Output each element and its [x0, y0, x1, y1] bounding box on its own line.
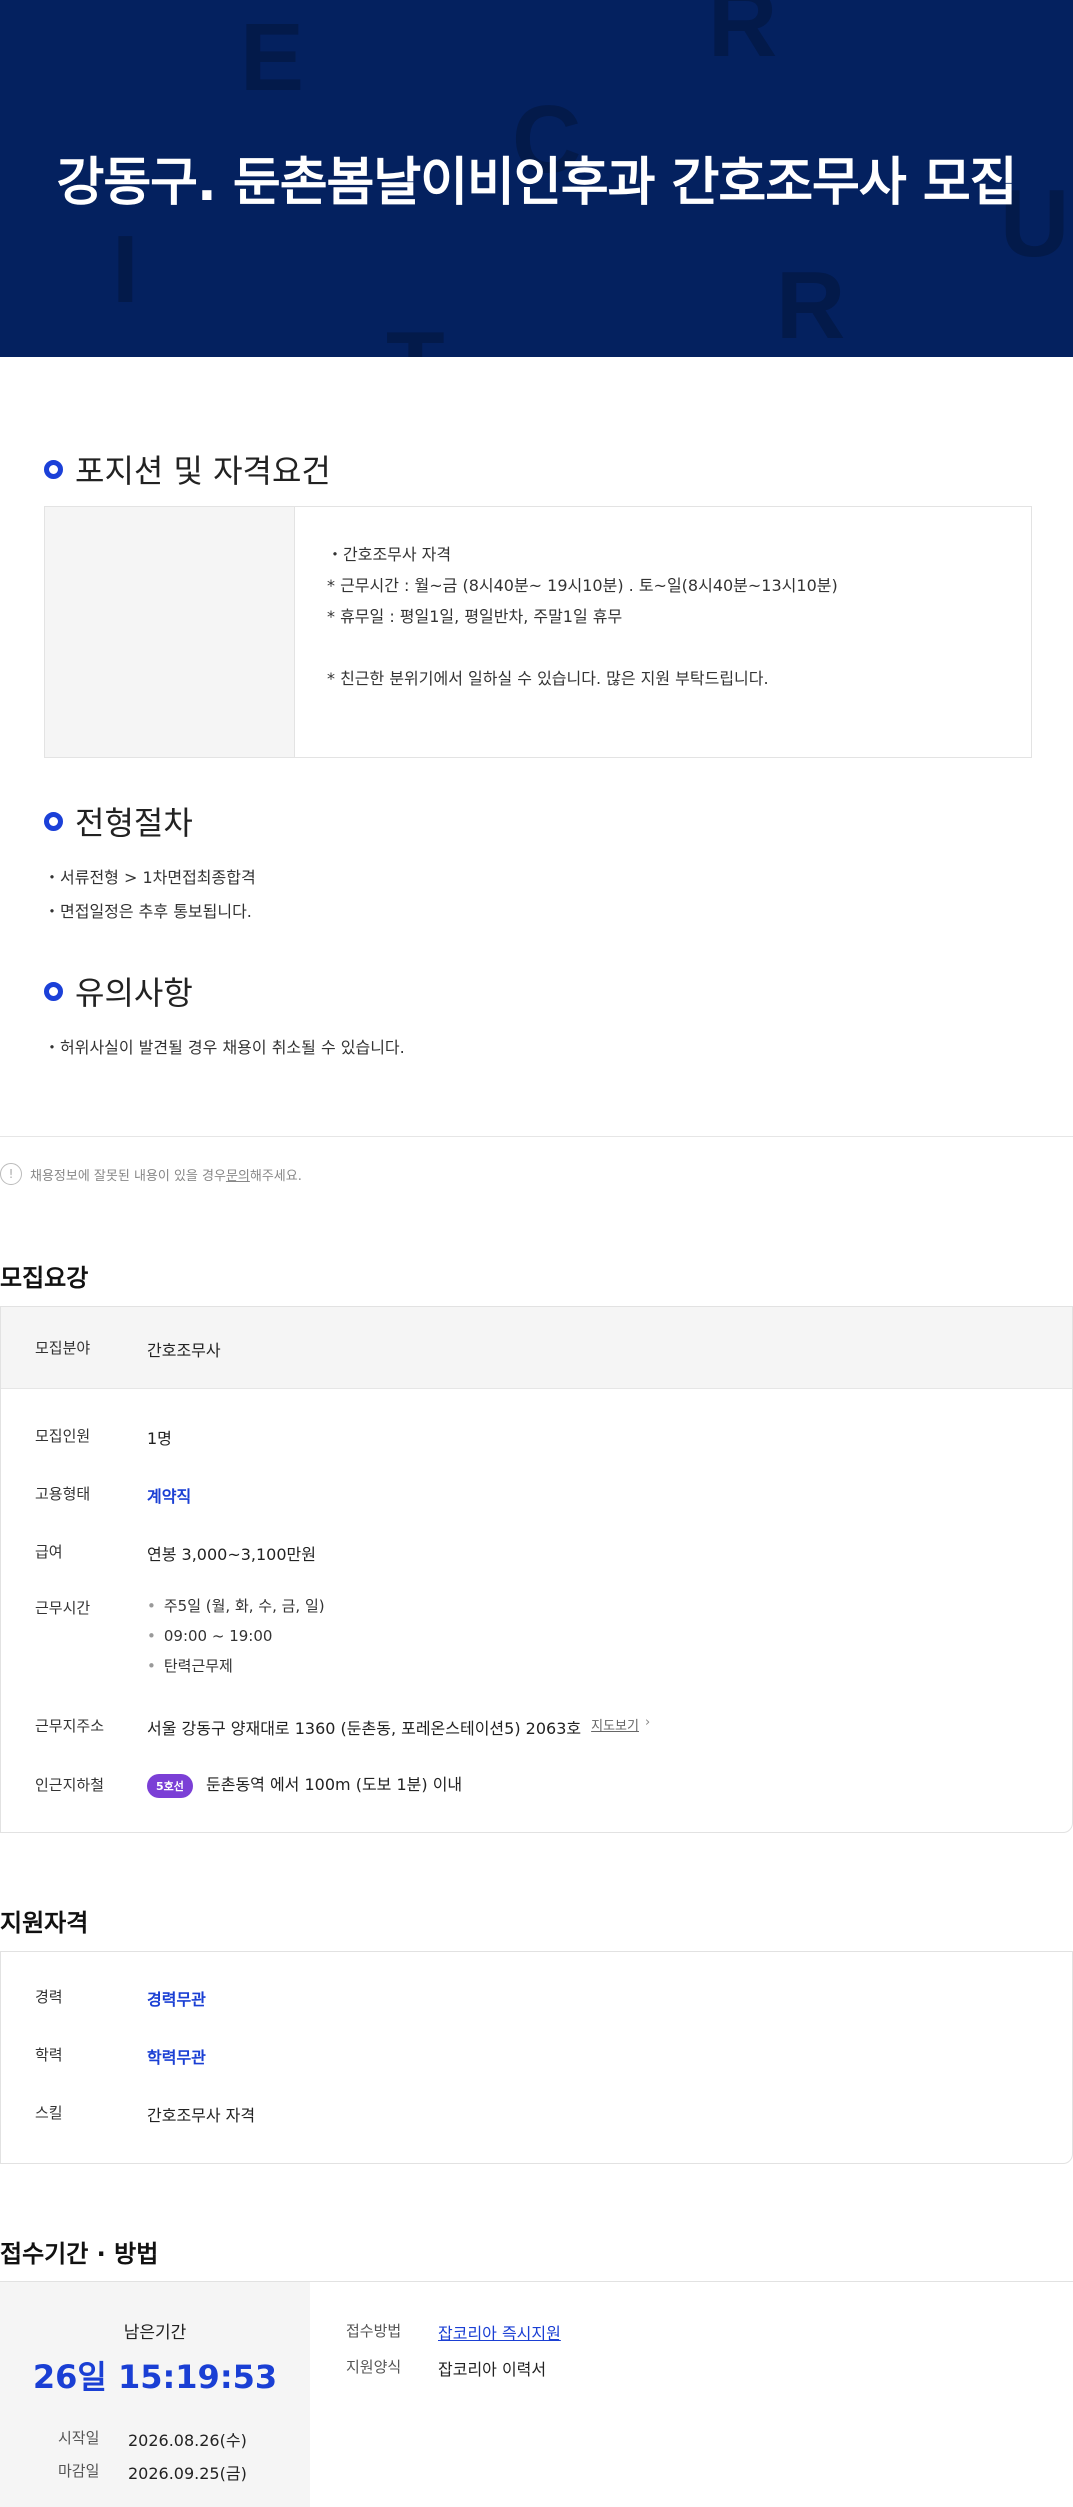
row-value: 1명 — [147, 1429, 172, 1448]
row-value: 2026.09.25(금) — [128, 2464, 247, 2483]
deco-letter: R — [708, 0, 778, 77]
apply-method-row: 접수방법 잡코리아 즉시지원 — [346, 2320, 561, 2344]
qualify-heading: 지원자격 — [0, 1909, 89, 1937]
row-label: 고용형태 — [35, 1485, 91, 1503]
process-line: ・면접일정은 추후 통보됩니다. — [44, 902, 252, 921]
divider — [0, 1136, 1073, 1137]
end-date-row: 마감일 2026.09.25(금) — [58, 2460, 247, 2484]
remaining-label: 남은기간 — [123, 2323, 187, 2343]
row-value: 연봉 3,000~3,100만원 — [147, 1545, 316, 1564]
recruit-row-salary: 급여 연봉 3,000~3,100만원 — [35, 1541, 316, 1565]
hero-banner: E R C I T R U 강동구. 둔촌봄날이비인후과 간호조무사 모집 — [0, 0, 1073, 357]
row-label: 지원양식 — [346, 2358, 402, 2376]
ring-bullet-icon — [44, 459, 63, 479]
position-line: * 친근한 분위기에서 일하실 수 있습니다. 많은 지원 부탁드립니다. — [327, 669, 769, 688]
qualify-row-career: 경력 경력무관 — [35, 1986, 206, 2010]
caution-line: ・허위사실이 발견될 경우 채용이 취소될 수 있습니다. — [44, 1038, 405, 1057]
recruit-heading: 모집요강 — [0, 1264, 89, 1292]
row-value: 간호조무사 자격 — [147, 2106, 256, 2125]
ring-bullet-icon — [44, 981, 63, 1001]
row-label: 학력 — [35, 2046, 63, 2064]
row-value: 서울 강동구 양재대로 1360 (둔촌동, 포레온스테이션5) 2063호 — [147, 1719, 582, 1738]
deco-letter: I — [112, 216, 139, 323]
recruit-row-field: 모집분야 간호조무사 — [35, 1337, 221, 1361]
subway-info: 5호선 둔촌동역 에서 100m (도보 1분) 이내 — [147, 1771, 462, 1798]
inquiry-link[interactable]: 문의 — [226, 1165, 250, 1184]
recruit-row-address: 근무지주소 서울 강동구 양재대로 1360 (둔촌동, 포레온스테이션5) 2… — [35, 1715, 650, 1739]
row-label: 시작일 — [58, 2429, 100, 2447]
section-heading-caution: 유의사항 — [44, 968, 193, 1014]
row-value: 경력무관 — [147, 1990, 206, 2009]
employment-type-link[interactable]: 계약직 — [147, 1483, 191, 1507]
recruit-row-hours: 근무시간 • 주5일 (월, 화, 수, 금, 일) • 09:00 ~ 19:00… — [35, 1597, 325, 1681]
subway-line-badge: 5호선 — [147, 1773, 193, 1798]
page-title: 강동구. 둔촌봄날이비인후과 간호조무사 모집 — [56, 153, 1017, 213]
position-line: * 휴무일 : 평일1일, 평일반차, 주말1일 휴무 — [327, 607, 623, 626]
position-line: * 근무시간 : 월~금 (8시40분~ 19시10분) . 토~일(8시40분… — [327, 576, 838, 595]
row-value: 간호조무사 — [147, 1341, 221, 1360]
error-report-notice: ! 채용정보에 잘못된 내용이 있을 경우 문의 해주세요. — [0, 1163, 302, 1185]
recruit-card: 모집분야 간호조무사 모집인원 1명 고용형태 계약직 급여 연봉 3,000~… — [0, 1306, 1073, 1833]
row-label: 경력 — [35, 1988, 63, 2006]
qualify-row-edu: 학력 학력무관 — [35, 2044, 206, 2068]
qualify-card: 경력 경력무관 학력 학력무관 스킬 간호조무사 자격 — [0, 1951, 1073, 2164]
deco-letter: T — [386, 318, 445, 358]
row-value: 둔촌동역 에서 100m (도보 1분) 이내 — [206, 1775, 463, 1794]
row-label: 근무시간 — [35, 1599, 91, 1617]
row-label: 급여 — [35, 1543, 63, 1561]
start-date-row: 시작일 2026.08.26(수) — [58, 2427, 247, 2451]
notice-text-before: 채용정보에 잘못된 내용이 있을 경우 — [30, 1168, 226, 1184]
remaining-countdown: 26일 15:19:53 — [32, 2358, 278, 2396]
hours-item: • 09:00 ~ 19:00 — [147, 1627, 273, 1645]
process-list: ・서류전형 > 1차면접최종합격 ・면접일정은 추후 통보됩니다. — [44, 861, 256, 929]
info-icon: ! — [0, 1163, 22, 1185]
hours-list: • 주5일 (월, 화, 수, 금, 일) • 09:00 ~ 19:00 • 탄력근… — [147, 1591, 325, 1681]
row-label: 인근지하철 — [35, 1776, 105, 1794]
section-title: 전형절차 — [75, 804, 193, 842]
ring-bullet-icon — [44, 811, 63, 831]
row-label: 접수방법 — [346, 2322, 402, 2340]
apply-form-row: 지원양식 잡코리아 이력서 — [346, 2356, 546, 2380]
notice-text-after: 해주세요. — [249, 1168, 302, 1184]
section-heading-process: 전형절차 — [44, 798, 193, 844]
deco-letter: E — [240, 4, 305, 111]
section-heading-position: 포지션 및 자격요건 — [44, 446, 331, 492]
position-table-content-cell: ・간호조무사 자격 * 근무시간 : 월~금 (8시40분~ 19시10분) .… — [295, 507, 838, 757]
chevron-right-icon: › — [644, 1715, 651, 1730]
row-label: 모집분야 — [35, 1339, 91, 1357]
hours-item: • 탄력근무제 — [147, 1657, 233, 1675]
apply-card: 남은기간 26일 15:19:53 시작일 2026.08.26(수) 마감일 … — [0, 2281, 1073, 2507]
map-view-link[interactable]: 지도보기 — [591, 1715, 639, 1739]
row-label: 스킬 — [35, 2104, 63, 2122]
apply-heading: 접수기간 · 방법 — [0, 2240, 159, 2268]
hours-item: • 주5일 (월, 화, 수, 금, 일) — [147, 1597, 325, 1615]
qualify-row-skill: 스킬 간호조무사 자격 — [35, 2102, 255, 2126]
deadline-panel: 남은기간 26일 15:19:53 시작일 2026.08.26(수) 마감일 … — [0, 2282, 310, 2507]
recruit-row-type: 고용형태 계약직 — [35, 1483, 191, 1507]
deco-letter: R — [776, 252, 846, 357]
row-value: 학력무관 — [147, 2048, 206, 2067]
recruit-row-count: 모집인원 1명 — [35, 1425, 172, 1449]
position-table: ・간호조무사 자격 * 근무시간 : 월~금 (8시40분~ 19시10분) .… — [44, 506, 1032, 758]
row-label: 모집인원 — [35, 1427, 91, 1445]
row-value: 2026.08.26(수) — [128, 2431, 247, 2450]
position-line: ・간호조무사 자격 — [327, 545, 452, 564]
position-line-spacer — [327, 632, 838, 663]
row-label: 근무지주소 — [35, 1717, 105, 1735]
position-table-label-cell — [45, 507, 295, 757]
row-value: 잡코리아 이력서 — [438, 2360, 547, 2379]
recruit-row-subway: 인근지하철 5호선 둔촌동역 에서 100m (도보 1분) 이내 — [35, 1771, 462, 1798]
caution-list: ・허위사실이 발견될 경우 채용이 취소될 수 있습니다. — [44, 1031, 405, 1065]
row-label: 마감일 — [58, 2462, 100, 2480]
section-title: 유의사항 — [75, 974, 193, 1012]
section-title: 포지션 및 자격요건 — [75, 452, 331, 490]
process-line: ・서류전형 > 1차면접최종합격 — [44, 868, 256, 887]
instant-apply-link[interactable]: 잡코리아 즉시지원 — [438, 2320, 561, 2344]
